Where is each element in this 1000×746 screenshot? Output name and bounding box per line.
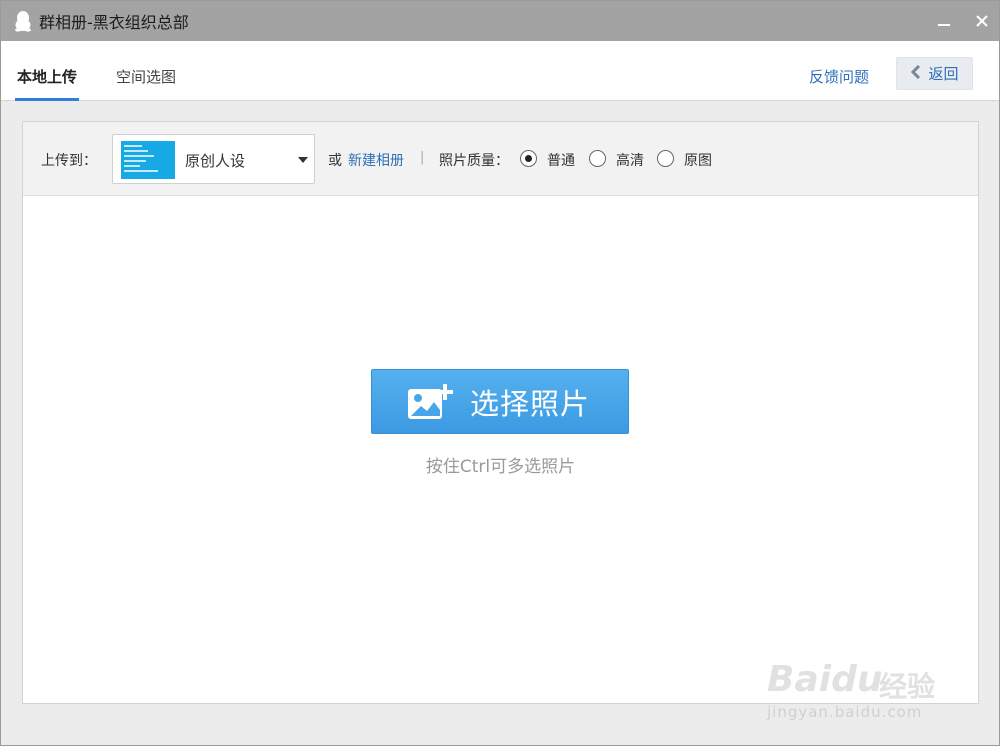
watermark-brand-cn: 经验 (879, 670, 936, 703)
upload-to-label: 上传到： (41, 153, 97, 169)
separator: | (420, 150, 425, 165)
add-photo-icon (406, 382, 454, 422)
baidu-jingyan-watermark: Baidu 经验 jingyan.baidu.com (761, 637, 951, 727)
close-button[interactable] (971, 10, 993, 32)
quality-radio-original[interactable] (657, 150, 674, 167)
select-photo-label: 选择照片 (470, 386, 591, 421)
album-cover-thumbnail (121, 141, 175, 179)
title-bar[interactable]: 群相册-黑衣组织总部 (1, 1, 999, 41)
tab-local-upload[interactable]: 本地上传 (14, 41, 80, 101)
chevron-left-icon (910, 64, 922, 83)
photo-quality-label: 照片质量： (439, 153, 509, 169)
tab-space-select[interactable]: 空间选图 (116, 41, 176, 101)
upload-toolbar: 上传到： 原创人设 或 新建相册 | 照片质量： 普通 高清 原图 (23, 122, 978, 196)
album-selected-name: 原创人设 (185, 152, 246, 170)
quality-radio-hd[interactable] (589, 150, 606, 167)
upload-panel: 上传到： 原创人设 或 新建相册 | 照片质量： 普通 高清 原图 选择照片 按… (22, 121, 979, 704)
watermark-brand: Baidu (767, 659, 883, 700)
quality-option-original[interactable]: 原图 (684, 150, 712, 170)
quality-option-normal[interactable]: 普通 (547, 150, 575, 170)
close-icon (976, 15, 988, 27)
back-label: 返回 (928, 65, 959, 83)
qq-penguin-icon (13, 10, 33, 32)
watermark-url: jingyan.baidu.com (767, 703, 923, 721)
or-text: 或 (328, 153, 342, 169)
minimize-button[interactable] (933, 10, 955, 32)
upload-dialog-window: 群相册-黑衣组织总部 本地上传 空间选图 反馈问题 返回 上传到： 原创人设 或… (0, 0, 1000, 746)
caret-down-icon (298, 157, 308, 163)
select-photo-button[interactable]: 选择照片 (371, 369, 629, 434)
back-button[interactable]: 返回 (896, 57, 973, 90)
album-dropdown[interactable]: 原创人设 (112, 134, 315, 184)
new-album-link[interactable]: 新建相册 (348, 150, 404, 170)
multi-select-hint: 按住Ctrl可多选照片 (425, 457, 576, 477)
quality-radio-normal[interactable] (520, 150, 537, 167)
feedback-link[interactable]: 反馈问题 (809, 66, 869, 87)
tab-bar: 本地上传 空间选图 反馈问题 返回 (1, 41, 999, 101)
window-title: 群相册-黑衣组织总部 (39, 13, 189, 32)
quality-option-hd[interactable]: 高清 (616, 150, 644, 170)
